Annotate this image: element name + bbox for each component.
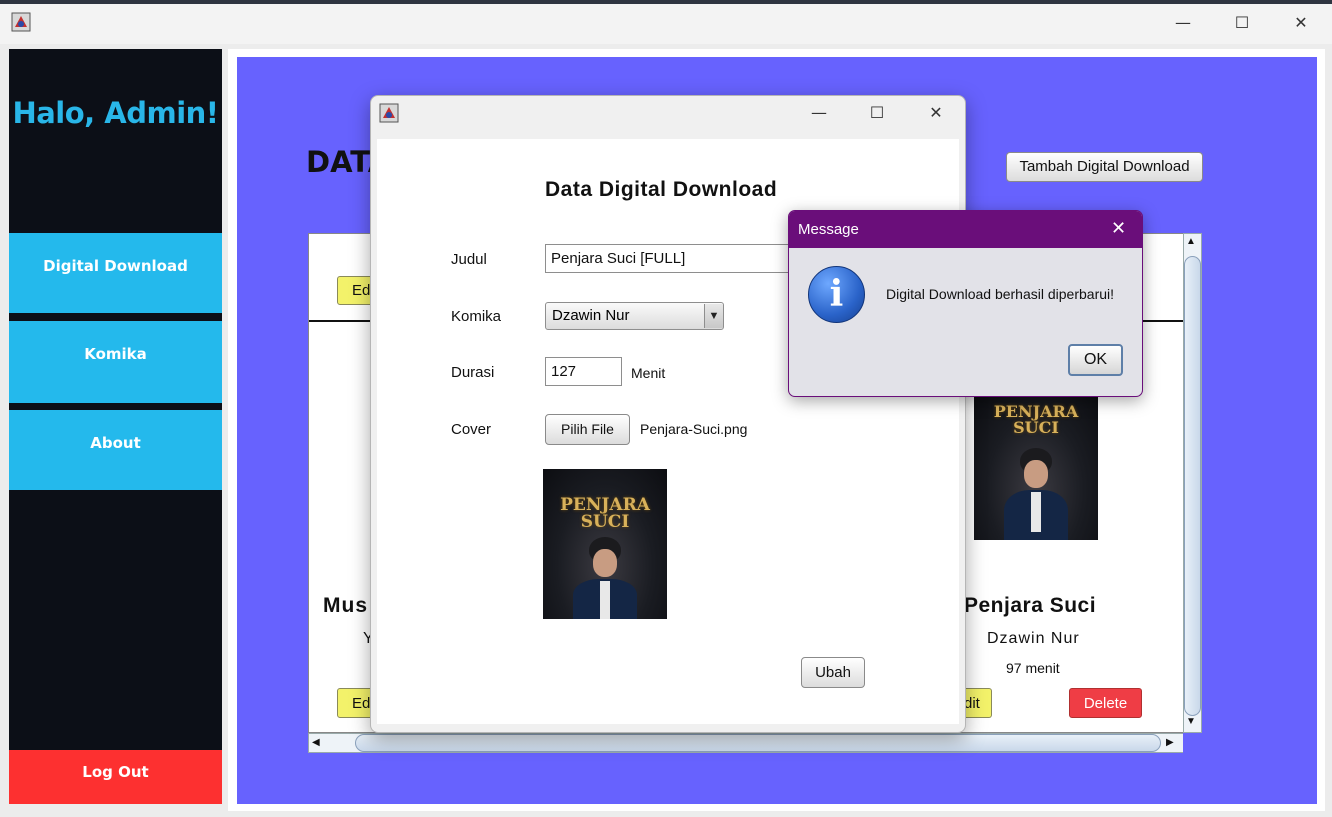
- card-title: Penjara Suci: [964, 594, 1097, 617]
- cover-preview-image: PENJARA SUCI: [543, 469, 667, 619]
- ubah-button[interactable]: Ubah: [801, 657, 865, 688]
- horizontal-scroll-thumb[interactable]: [355, 734, 1161, 752]
- judul-label: Judul: [451, 251, 487, 268]
- close-button[interactable]: ✕: [1278, 6, 1324, 40]
- maximize-button[interactable]: ☐: [1219, 6, 1265, 40]
- poster-face: [593, 549, 617, 577]
- app-icon: [379, 103, 399, 123]
- card-duration: 97 menit: [1006, 660, 1060, 676]
- edit-button[interactable]: dit: [962, 688, 992, 718]
- poster-title: PENJARA SUCI: [993, 402, 1079, 437]
- poster-shirt: [600, 581, 610, 619]
- scroll-right-icon[interactable]: ▶: [1166, 737, 1174, 748]
- poster-face: [1024, 460, 1048, 488]
- logout-button[interactable]: Log Out: [9, 750, 222, 804]
- komika-select[interactable]: Dzawin Nur: [545, 302, 724, 330]
- add-digital-download-button[interactable]: Tambah Digital Download: [1006, 152, 1203, 182]
- cover-filename: Penjara-Suci.png: [640, 421, 748, 437]
- scroll-up-icon[interactable]: ▲: [1186, 236, 1196, 247]
- app-icon: [11, 12, 31, 32]
- maximize-button[interactable]: ☐: [854, 96, 900, 130]
- durasi-unit: Menit: [631, 365, 666, 381]
- card-title: Mus: [323, 594, 368, 617]
- close-icon[interactable]: ✕: [1111, 218, 1126, 239]
- poster-shirt: [1031, 492, 1041, 532]
- sidebar-item-about[interactable]: About: [9, 410, 222, 490]
- card-cover-image: PENJARA SUCI: [974, 396, 1098, 540]
- durasi-label: Durasi: [451, 364, 495, 381]
- logout-label: Log Out: [82, 763, 149, 781]
- card-comic: Dzawin Nur: [987, 630, 1080, 647]
- window-titlebar: [0, 0, 1332, 44]
- chevron-down-icon[interactable]: ▼: [704, 304, 723, 328]
- poster-title: PENJARA SUCI: [560, 495, 650, 532]
- delete-button[interactable]: Delete: [1069, 688, 1142, 718]
- form-title: Data Digital Download: [545, 178, 778, 201]
- sidebar-item-label: About: [90, 434, 141, 452]
- judul-input[interactable]: [545, 244, 795, 273]
- sidebar-item-label: Komika: [84, 345, 147, 363]
- choose-file-button[interactable]: Pilih File: [545, 414, 630, 445]
- sidebar-item-komika[interactable]: Komika: [9, 321, 222, 403]
- vertical-scroll-thumb[interactable]: [1184, 256, 1201, 716]
- ok-button[interactable]: OK: [1068, 344, 1123, 376]
- minimize-button[interactable]: —: [796, 96, 842, 130]
- minimize-button[interactable]: —: [1160, 6, 1206, 40]
- sidebar-item-digital-download[interactable]: Digital Download: [9, 233, 222, 313]
- greeting-title: Halo, Admin!: [12, 96, 219, 130]
- durasi-input[interactable]: [545, 357, 622, 386]
- close-button[interactable]: ✕: [913, 96, 959, 130]
- scroll-corner: [1183, 733, 1202, 753]
- info-icon: i: [808, 266, 865, 323]
- sidebar-item-label: Digital Download: [43, 257, 188, 275]
- scroll-left-icon[interactable]: ◀: [312, 737, 320, 748]
- scroll-down-icon[interactable]: ▼: [1186, 716, 1196, 727]
- komika-select-value: Dzawin Nur: [552, 307, 630, 324]
- message-text: Digital Download berhasil diperbarui!: [886, 286, 1115, 302]
- komika-label: Komika: [451, 308, 502, 325]
- cover-label: Cover: [451, 421, 492, 438]
- message-title: Message: [798, 221, 859, 238]
